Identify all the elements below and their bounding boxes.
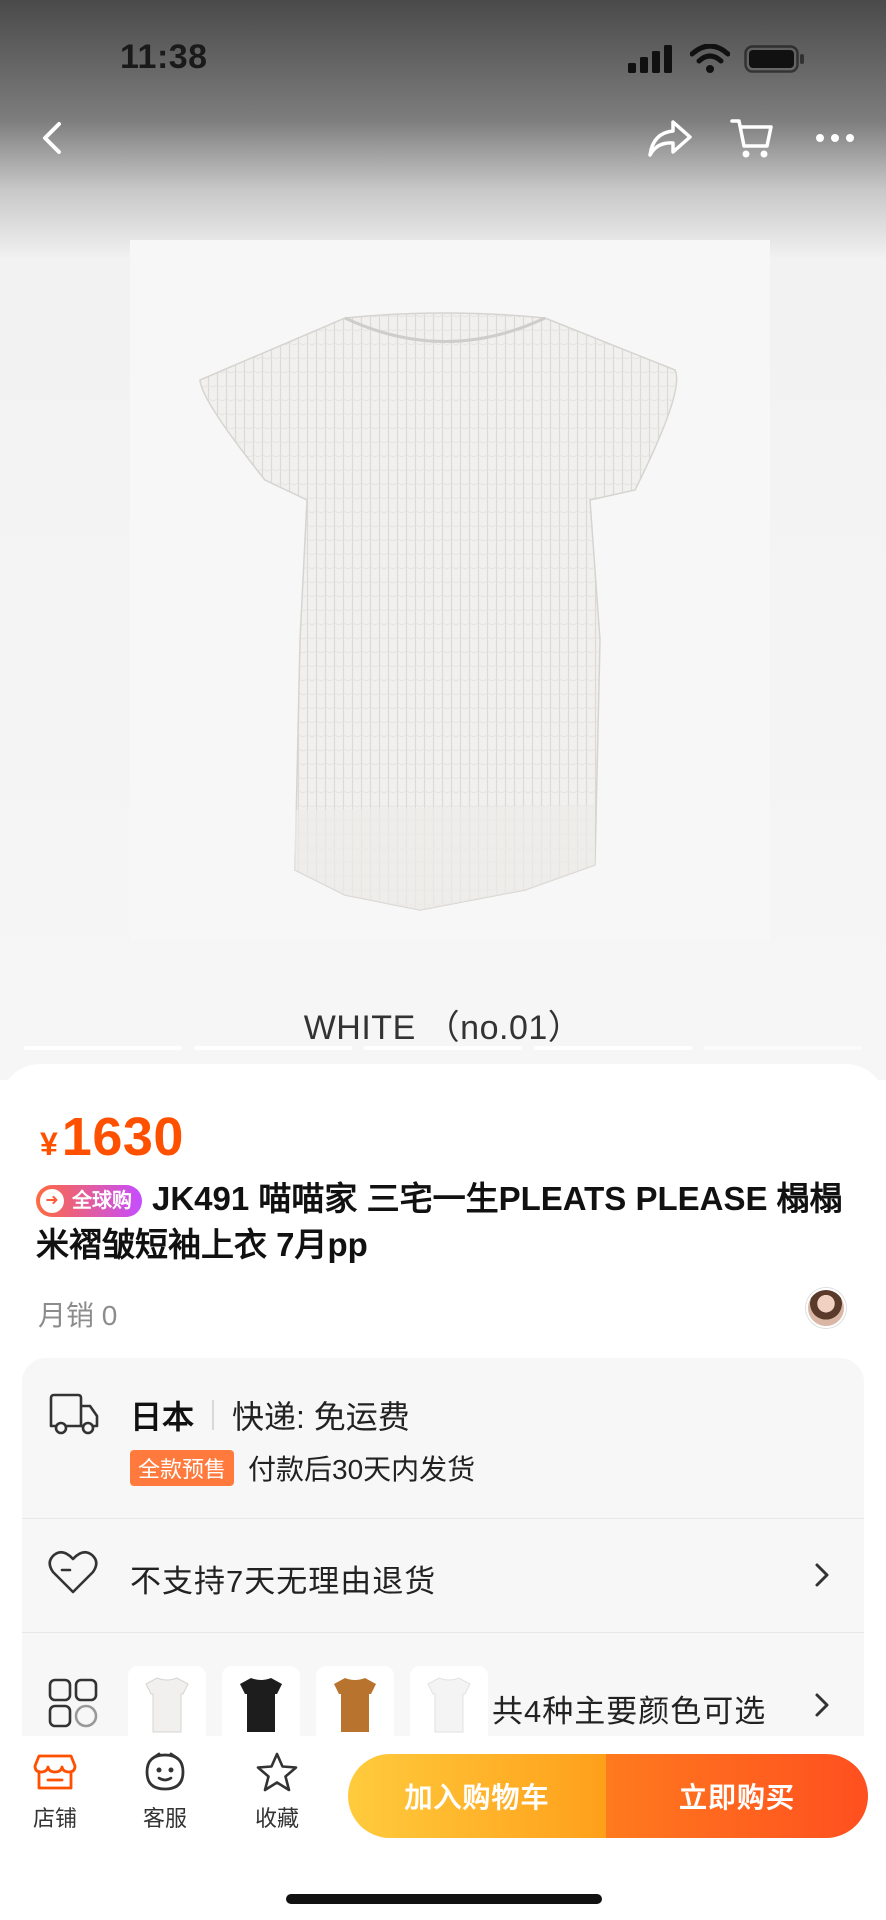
shop-tab[interactable]: 店铺	[10, 1752, 100, 1833]
add-to-cart-button[interactable]: 加入购物车	[348, 1754, 606, 1838]
delivery-note: 付款后30天内发货	[248, 1454, 476, 1485]
shop-icon	[33, 1754, 77, 1790]
black-shirt-thumbnail	[240, 1678, 282, 1732]
favorite-tab[interactable]: 收藏	[232, 1752, 322, 1833]
status-bar: 11:38	[0, 0, 886, 110]
color-swatches[interactable]	[128, 1666, 488, 1744]
white-shirt-thumbnail	[427, 1677, 471, 1733]
variants-grid-icon	[48, 1678, 98, 1728]
wifi-icon	[690, 44, 730, 73]
bottom-action-bar: 店铺 客服 收藏 加入购物车 立即购买	[0, 1736, 886, 1920]
swatch-black[interactable]	[222, 1666, 300, 1744]
purchase-buttons: 加入购物车 立即购买	[348, 1754, 868, 1838]
monthly-sales: 月销 0	[38, 1300, 118, 1331]
currency-symbol: ¥	[40, 1126, 58, 1162]
presale-badge: 全款预售	[130, 1450, 235, 1486]
buy-now-button[interactable]: 立即购买	[606, 1754, 868, 1838]
brown-shirt-thumbnail	[334, 1678, 376, 1732]
swatch-brown[interactable]	[316, 1666, 394, 1744]
swatch-white[interactable]	[128, 1666, 206, 1744]
shop-label: 店铺	[32, 1806, 77, 1831]
color-count-text: 共4种主要颜色可选	[492, 1694, 767, 1729]
avatar[interactable]	[806, 1288, 846, 1328]
price: ¥ 1630	[40, 1106, 184, 1168]
price-value: 1630	[61, 1107, 184, 1167]
chat-face-icon	[145, 1752, 185, 1791]
favorite-label: 收藏	[254, 1806, 299, 1831]
product-info-card: ¥ 1630 ➜ 全球购 JK491 喵喵家 三宅一生PLEATS PLEASE…	[0, 1064, 886, 1778]
chevron-right-icon	[815, 1563, 829, 1587]
more-button[interactable]	[805, 108, 865, 168]
global-buy-badge: ➜ 全球购	[36, 1185, 142, 1217]
indicator-1[interactable]	[24, 1046, 182, 1050]
back-button[interactable]	[22, 108, 82, 168]
product-image[interactable]	[195, 310, 695, 920]
image-caption: WHITE （no.01）	[303, 1009, 583, 1047]
delivery-truck-icon	[49, 1393, 99, 1435]
share-button[interactable]	[640, 108, 700, 168]
signal-icon	[628, 45, 672, 73]
status-time: 11:38	[120, 38, 208, 76]
service-label: 客服	[142, 1806, 187, 1831]
home-indicator[interactable]	[286, 1894, 602, 1904]
divider	[212, 1400, 215, 1430]
indicator-5[interactable]	[704, 1046, 862, 1050]
product-title-text: JK491 喵喵家 三宅一生PLEATS PLEASE 榻榻米褶皱短袖上衣 7月…	[36, 1180, 843, 1263]
swatch-white-2[interactable]	[410, 1666, 488, 1744]
globe-icon: ➜	[40, 1189, 64, 1213]
gallery-indicators[interactable]	[24, 1046, 862, 1050]
more-dots-icon	[816, 134, 854, 142]
indicator-2[interactable]	[194, 1046, 352, 1050]
ship-origin: 日本	[130, 1399, 195, 1435]
cart-icon	[730, 119, 773, 158]
return-policy-row[interactable]: 不支持7天无理由退货	[22, 1520, 864, 1630]
nav-bar	[0, 100, 886, 170]
indicator-4[interactable]	[534, 1046, 692, 1050]
heart-shield-icon	[48, 1550, 98, 1594]
product-gallery[interactable]: 11:38 WHITE （no.01）	[0, 0, 886, 1080]
battery-icon	[744, 45, 804, 73]
service-panel: 日本 快递: 免运费 全款预售 付款后30天内发货 不支持7天无理由退货 共4种…	[22, 1358, 864, 1778]
ship-method: 快递: 免运费	[232, 1399, 410, 1435]
chevron-right-icon	[815, 1693, 829, 1717]
white-shirt-thumbnail	[145, 1677, 189, 1733]
global-buy-label: 全球购	[72, 1190, 132, 1212]
divider	[22, 1518, 864, 1519]
cart-button[interactable]	[722, 108, 782, 168]
product-title: ➜ 全球购 JK491 喵喵家 三宅一生PLEATS PLEASE 榻榻米褶皱短…	[36, 1176, 846, 1268]
chevron-left-icon	[43, 122, 61, 154]
shipping-row[interactable]: 日本 快递: 免运费 全款预售 付款后30天内发货	[22, 1358, 864, 1518]
indicator-3[interactable]	[364, 1046, 522, 1050]
star-icon	[256, 1752, 298, 1792]
return-policy-text: 不支持7天无理由退货	[130, 1564, 437, 1599]
share-icon	[648, 120, 692, 157]
customer-service-tab[interactable]: 客服	[120, 1752, 210, 1833]
divider	[22, 1632, 864, 1633]
